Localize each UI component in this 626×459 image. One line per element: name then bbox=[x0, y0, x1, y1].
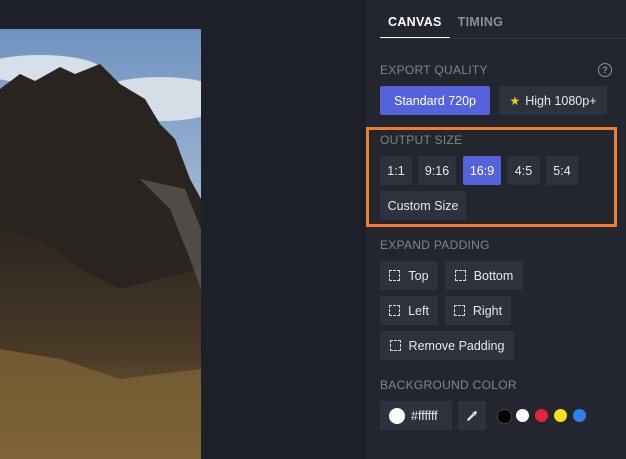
padding-right-icon bbox=[453, 305, 465, 316]
size-9-16-button[interactable]: 9:16 bbox=[418, 156, 456, 185]
canvas-area bbox=[0, 0, 366, 459]
output-size-label: OUTPUT SIZE bbox=[380, 133, 463, 147]
help-icon[interactable]: ? bbox=[598, 63, 612, 77]
padding-right-label: Right bbox=[472, 303, 503, 318]
background-color-label: BACKGROUND COLOR bbox=[380, 378, 517, 392]
size-16-9-button[interactable]: 16:9 bbox=[463, 156, 501, 185]
padding-right-button[interactable]: Right bbox=[445, 296, 511, 325]
star-icon: ★ bbox=[509, 93, 521, 108]
current-color-swatch bbox=[389, 407, 405, 424]
eyedropper-button[interactable] bbox=[458, 401, 486, 430]
padding-top-icon bbox=[389, 270, 401, 281]
background-color-value: #ffffff bbox=[411, 408, 438, 423]
background-color-picker[interactable]: #ffffff bbox=[380, 401, 452, 430]
padding-left-icon bbox=[389, 305, 401, 316]
preset-color-blue[interactable] bbox=[573, 409, 586, 422]
remove-padding-label: Remove Padding bbox=[408, 338, 505, 353]
canvas-settings-panel: CANVAS TIMING EXPORT QUALITY ? Standard … bbox=[366, 0, 626, 459]
custom-size-button[interactable]: Custom Size bbox=[380, 191, 466, 220]
preset-color-yellow[interactable] bbox=[554, 409, 567, 422]
padding-bottom-button[interactable]: Bottom bbox=[445, 261, 523, 290]
high-1080p-label: High 1080p+ bbox=[525, 93, 597, 108]
tabs-divider bbox=[380, 38, 626, 39]
expand-padding-label: EXPAND PADDING bbox=[380, 238, 490, 252]
preset-color-black[interactable] bbox=[497, 409, 512, 424]
padding-top-label: Top bbox=[408, 268, 429, 283]
standard-720p-button[interactable]: Standard 720p bbox=[380, 86, 490, 115]
size-1-1-button[interactable]: 1:1 bbox=[380, 156, 412, 185]
mountain-photo bbox=[0, 29, 201, 459]
export-quality-label: EXPORT QUALITY bbox=[380, 63, 488, 77]
padding-bottom-icon bbox=[454, 270, 466, 281]
tab-timing[interactable]: TIMING bbox=[450, 12, 512, 39]
size-4-5-button[interactable]: 4:5 bbox=[507, 156, 540, 185]
panel-tabs: CANVAS TIMING bbox=[380, 12, 511, 39]
canvas-preview-image[interactable] bbox=[0, 29, 201, 459]
padding-bottom-label: Bottom bbox=[473, 268, 514, 283]
eyedropper-icon bbox=[467, 410, 478, 421]
padding-left-button[interactable]: Left bbox=[380, 296, 438, 325]
remove-padding-button[interactable]: Remove Padding bbox=[380, 331, 514, 360]
padding-left-label: Left bbox=[408, 303, 429, 318]
tab-canvas[interactable]: CANVAS bbox=[380, 12, 450, 39]
remove-padding-icon bbox=[389, 340, 401, 351]
padding-top-button[interactable]: Top bbox=[380, 261, 438, 290]
size-5-4-button[interactable]: 5:4 bbox=[546, 156, 578, 185]
preset-color-red[interactable] bbox=[535, 409, 548, 422]
high-1080p-button[interactable]: ★ High 1080p+ bbox=[499, 86, 607, 115]
preset-color-white[interactable] bbox=[516, 409, 529, 422]
